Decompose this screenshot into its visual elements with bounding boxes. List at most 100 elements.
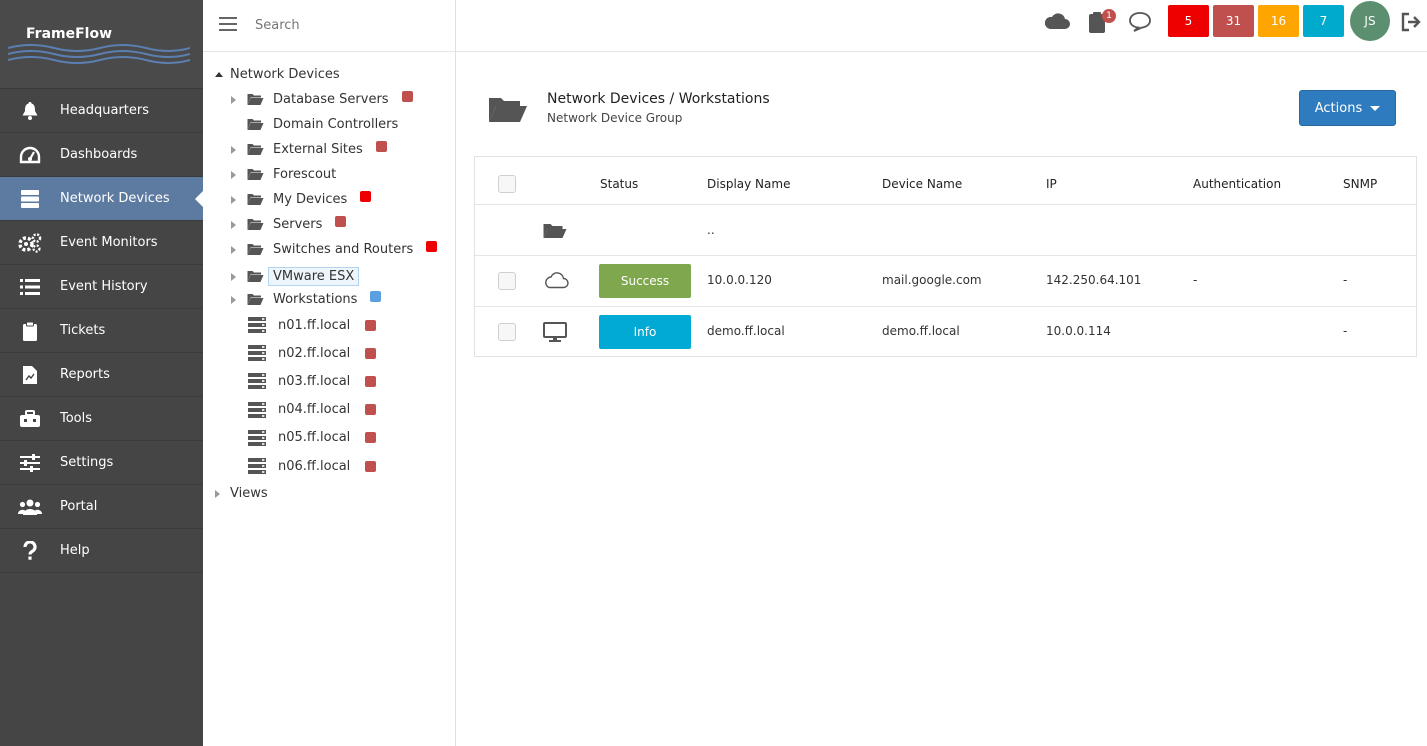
- nav-item-tickets[interactable]: Tickets: [0, 309, 203, 353]
- nav-item-event-monitors[interactable]: Event Monitors: [0, 221, 203, 265]
- nav-item-dashboards[interactable]: Dashboards: [0, 133, 203, 177]
- collapsed-triangle-icon[interactable]: [231, 195, 236, 204]
- collapsed-triangle-icon[interactable]: [215, 489, 220, 498]
- column-header[interactable]: Authentication: [1193, 177, 1281, 191]
- tree-search-input[interactable]: [255, 18, 435, 33]
- nav-item-help[interactable]: Help: [0, 529, 203, 573]
- tree-device-item[interactable]: n04.ff.local: [248, 401, 377, 418]
- nav-item-event-history[interactable]: Event History: [0, 265, 203, 309]
- status-badge[interactable]: Info: [599, 315, 691, 349]
- alert-counter-badge[interactable]: 7: [1303, 5, 1344, 37]
- nav-item-label: Event Monitors: [60, 235, 158, 250]
- cell-snmp: -: [1343, 273, 1348, 287]
- status-indicator: [335, 216, 347, 227]
- tree-root-label: Network Devices: [230, 67, 340, 82]
- tree-group-label: Servers: [273, 217, 323, 232]
- server-icon: [248, 429, 266, 446]
- tree-header: [203, 0, 455, 52]
- row-checkbox[interactable]: [498, 272, 516, 290]
- clipboard-icon: [0, 321, 60, 341]
- tree-views-node[interactable]: Views: [215, 486, 268, 501]
- tree-device-item[interactable]: n05.ff.local: [248, 429, 377, 446]
- tree-group-item[interactable]: Database Servers: [231, 91, 413, 107]
- logout-icon[interactable]: [1400, 12, 1422, 36]
- dashboard-gauge-icon: [0, 146, 60, 164]
- expanded-triangle-icon[interactable]: [215, 72, 223, 77]
- collapsed-triangle-icon[interactable]: [231, 220, 236, 229]
- nav-item-network-devices[interactable]: Network Devices: [0, 177, 203, 221]
- tree-device-item[interactable]: n03.ff.local: [248, 373, 377, 390]
- column-header[interactable]: Device Name: [882, 177, 962, 191]
- hamburger-menu-icon[interactable]: [219, 16, 237, 35]
- tree-device-item[interactable]: n02.ff.local: [248, 345, 377, 362]
- nav-item-label: Help: [60, 543, 90, 558]
- cloud-icon: [543, 271, 569, 293]
- tree-group-item[interactable]: Servers: [231, 216, 347, 232]
- nav-item-label: Tools: [60, 411, 93, 426]
- parent-folder-link[interactable]: ..: [707, 223, 715, 237]
- table-row[interactable]: Info demo.ff.local demo.ff.local 10.0.0.114…: [475, 307, 1416, 358]
- tree-root-network-devices[interactable]: Network Devices: [215, 67, 340, 82]
- user-avatar[interactable]: JS: [1350, 1, 1390, 41]
- logo[interactable]: FrameFlow: [0, 0, 203, 89]
- cell-device-name: demo.ff.local: [882, 324, 960, 338]
- page-subtitle: Network Device Group: [547, 111, 683, 125]
- server-icon: [248, 458, 266, 474]
- collapsed-triangle-icon[interactable]: [231, 170, 236, 179]
- folder-open-icon: [488, 94, 528, 128]
- tree-device-label: n01.ff.local: [278, 317, 351, 333]
- table-row-parent[interactable]: ..: [475, 205, 1416, 256]
- tree-group-item[interactable]: Forescout: [231, 167, 336, 182]
- toolbox-icon: [0, 409, 60, 428]
- tree-group-label: VMware ESX: [268, 267, 360, 286]
- nav-item-label: Reports: [60, 367, 110, 382]
- nav-item-headquarters[interactable]: Headquarters: [0, 89, 203, 133]
- left-navigation: FrameFlow Headquarters Dashboards Network …: [0, 0, 203, 746]
- column-header[interactable]: SNMP: [1343, 177, 1377, 191]
- row-checkbox[interactable]: [498, 323, 516, 341]
- actions-dropdown-button[interactable]: Actions: [1299, 90, 1396, 126]
- tree-device-label: n03.ff.local: [278, 373, 351, 389]
- cell-authentication: -: [1193, 273, 1198, 287]
- tree-group-item[interactable]: External Sites: [231, 141, 387, 157]
- folder-icon: [247, 168, 264, 181]
- cloud-icon[interactable]: [1044, 12, 1070, 34]
- column-header[interactable]: IP: [1046, 177, 1057, 191]
- status-indicator: [365, 460, 377, 472]
- column-header[interactable]: Display Name: [707, 177, 790, 191]
- select-all-checkbox[interactable]: [498, 175, 516, 193]
- tree-device-item[interactable]: n01.ff.local: [248, 317, 377, 333]
- collapsed-triangle-icon[interactable]: [231, 245, 236, 254]
- alert-counter-badge[interactable]: 31: [1213, 5, 1254, 37]
- collapsed-triangle-icon[interactable]: [231, 145, 236, 154]
- alert-counter-badge[interactable]: 16: [1258, 5, 1299, 37]
- collapsed-triangle-icon[interactable]: [231, 272, 236, 281]
- status-badge[interactable]: Success: [599, 264, 691, 298]
- chat-icon[interactable]: [1128, 11, 1152, 37]
- tree-group-label: Domain Controllers: [273, 117, 399, 132]
- tree-group-label: My Devices: [273, 192, 348, 207]
- tree-group-item[interactable]: Switches and Routers: [231, 241, 438, 257]
- nav-item-reports[interactable]: Reports: [0, 353, 203, 397]
- nav-item-settings[interactable]: Settings: [0, 441, 203, 485]
- folder-icon: [247, 193, 264, 206]
- column-header[interactable]: Status: [600, 177, 638, 191]
- alert-counter-badge[interactable]: 5: [1168, 5, 1209, 37]
- collapsed-triangle-icon[interactable]: [231, 95, 236, 104]
- devices-table: Status Display Name Device Name IP Authentic…: [474, 156, 1417, 357]
- tree-group-label: Switches and Routers: [273, 242, 414, 257]
- table-row[interactable]: Success 10.0.0.120 mail.google.com 142.250.…: [475, 256, 1416, 307]
- tree-group-item[interactable]: My Devices: [231, 191, 372, 207]
- nav-item-portal[interactable]: Portal: [0, 485, 203, 529]
- status-indicator: [365, 432, 377, 444]
- tree-group-item[interactable]: Workstations: [231, 291, 382, 307]
- status-indicator: [365, 347, 377, 359]
- list-icon: [0, 278, 60, 295]
- nav-item-tools[interactable]: Tools: [0, 397, 203, 441]
- tree-group-item[interactable]: Domain Controllers: [231, 117, 398, 132]
- actions-label: Actions: [1314, 100, 1363, 116]
- folder-icon: [247, 118, 264, 131]
- tree-device-item[interactable]: n06.ff.local: [248, 458, 377, 474]
- tree-group-item[interactable]: VMware ESX: [231, 267, 360, 286]
- collapsed-triangle-icon[interactable]: [231, 295, 236, 304]
